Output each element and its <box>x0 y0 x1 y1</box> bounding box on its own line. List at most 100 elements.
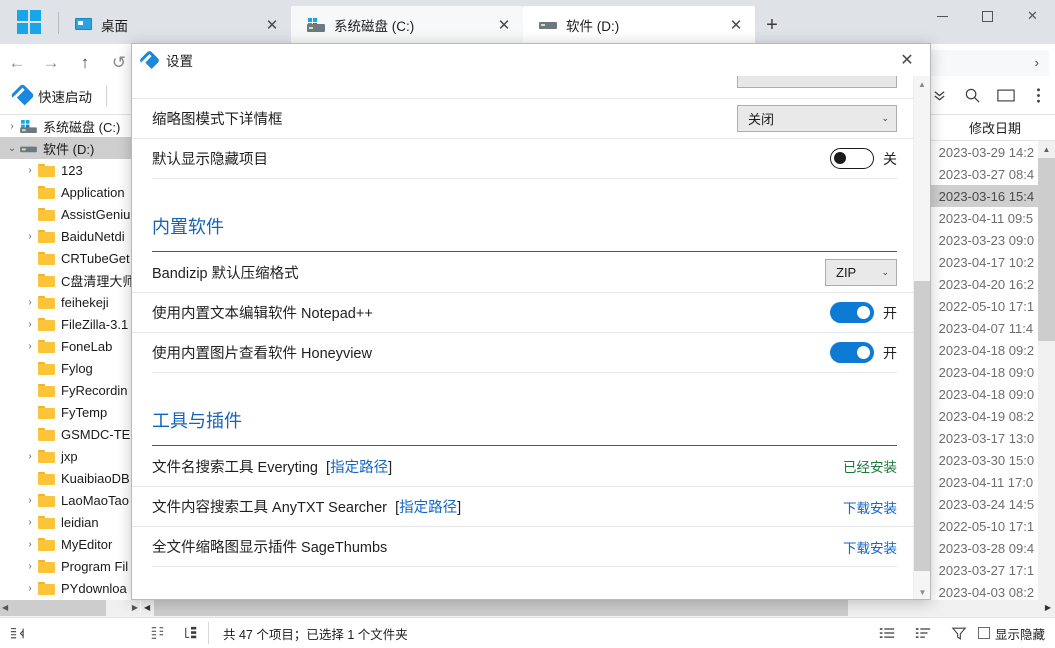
tree-item-18[interactable]: › leidian <box>0 511 139 533</box>
forward-button[interactable]: → <box>34 48 68 78</box>
tree-hscroll-thumb[interactable] <box>0 600 106 616</box>
close-button[interactable]: ✕ <box>1010 0 1055 32</box>
setting-s0-2-toggle[interactable] <box>830 342 874 363</box>
chevron-right-icon[interactable]: › <box>22 517 38 528</box>
tree-item-17[interactable]: › LaoMaoTao <box>0 489 139 511</box>
folder-tree-pane[interactable]: › 系统磁盘 (C:) ⌄ 软件 (D:) › 123 › Application › Assis… <box>0 115 140 613</box>
tree-view-icon[interactable] <box>174 620 208 646</box>
tab-system-drive[interactable]: 系统磁盘 (C:) ✕ <box>291 6 523 44</box>
tree-item-6[interactable]: › CRTubeGet <box>0 247 139 269</box>
chevron-right-icon[interactable]: › <box>22 451 38 462</box>
setting-s0-0-select[interactable]: ZIP ⌄ <box>825 258 897 286</box>
setting-s0-1-toggle[interactable] <box>830 302 874 323</box>
detail-pane-icon[interactable] <box>140 620 174 646</box>
chevron-right-icon[interactable]: › <box>22 495 38 506</box>
tab-desktop-close-icon[interactable]: ✕ <box>261 14 283 36</box>
show-hidden-checkbox[interactable]: 显示隐藏 <box>977 624 1045 643</box>
clipped-row-select[interactable] <box>737 76 897 88</box>
file-list-scrollbar[interactable]: ▲ ▼ <box>1038 141 1055 613</box>
list-hscroll-right-icon[interactable]: ▶ <box>1045 603 1051 612</box>
list-horizontal-scrollbar[interactable]: ◀ ▶ <box>141 600 1055 616</box>
setting-top-0-select[interactable]: 关闭 ⌄ <box>737 105 897 132</box>
more-options-icon[interactable] <box>1022 80 1055 112</box>
tree-item-15[interactable]: › jxp <box>0 445 139 467</box>
chevron-right-icon[interactable]: › <box>22 363 38 374</box>
settings-scrollbar[interactable]: ▲ ▼ <box>913 76 930 599</box>
chevron-down-icon[interactable]: ⌄ <box>881 113 889 124</box>
scrollbar-thumb[interactable] <box>1038 158 1055 341</box>
tree-hscroll-left-icon[interactable]: ◀ <box>2 603 8 612</box>
tree-item-20[interactable]: › Program Fil <box>0 555 139 577</box>
search-icon[interactable] <box>956 80 989 112</box>
chevron-down-icon[interactable]: ⌄ <box>881 267 889 278</box>
chevron-right-icon[interactable]: › <box>22 253 38 264</box>
list-view-icon[interactable] <box>870 620 904 646</box>
chevron-right-icon[interactable]: › <box>22 165 38 176</box>
tree-item-0[interactable]: › 系统磁盘 (C:) <box>0 115 139 137</box>
tab-desktop[interactable]: 桌面 ✕ <box>59 6 291 44</box>
tree-item-10[interactable]: › FoneLab <box>0 335 139 357</box>
chevron-right-icon[interactable]: › <box>22 407 38 418</box>
settings-scroll-down-icon[interactable]: ▼ <box>914 584 930 599</box>
tree-item-2[interactable]: › 123 <box>0 159 139 181</box>
filter-icon[interactable] <box>942 620 976 646</box>
tree-item-5[interactable]: › BaiduNetdi <box>0 225 139 247</box>
settings-scroll-up-icon[interactable]: ▲ <box>914 76 930 93</box>
tree-item-19[interactable]: › MyEditor <box>0 533 139 555</box>
chevron-right-icon[interactable]: › <box>22 583 38 594</box>
tree-item-1[interactable]: ⌄ 软件 (D:) <box>0 137 139 159</box>
tree-item-7[interactable]: › C盘清理大师 <box>0 269 139 291</box>
setting-s1-0-specify-path-link[interactable]: 指定路径 <box>330 460 388 476</box>
new-tab-button[interactable]: + <box>755 6 789 44</box>
chevron-right-icon[interactable]: › <box>4 121 20 132</box>
tree-item-21[interactable]: › PYdownloa <box>0 577 139 599</box>
list-hscroll-left-icon[interactable]: ◀ <box>144 603 150 612</box>
setting-s1-1-status[interactable]: 下载安装 <box>843 497 897 517</box>
chevron-right-icon[interactable]: › <box>22 341 38 352</box>
checkbox-box-icon[interactable] <box>977 627 990 639</box>
collapse-icon[interactable] <box>0 620 34 646</box>
tree-item-9[interactable]: › FileZilla-3.1 <box>0 313 139 335</box>
quick-launch-button[interactable]: 快速启动 <box>0 81 106 111</box>
setting-top-1-toggle[interactable] <box>830 148 874 169</box>
tree-item-13[interactable]: › FyTemp <box>0 401 139 423</box>
back-button[interactable]: ← <box>0 48 34 78</box>
tree-hscroll-right-icon[interactable]: ▶ <box>132 603 138 612</box>
chevron-down-icon[interactable]: ⌄ <box>4 143 20 154</box>
tree-item-3[interactable]: › Application <box>0 181 139 203</box>
settings-scrollbar-thumb[interactable] <box>914 281 930 571</box>
tree-item-8[interactable]: › feihekeji <box>0 291 139 313</box>
tree-item-11[interactable]: › Fylog <box>0 357 139 379</box>
tree-item-12[interactable]: › FyRecordin <box>0 379 139 401</box>
setting-s1-2-status[interactable]: 下载安装 <box>843 537 897 557</box>
minimize-button[interactable] <box>920 0 965 32</box>
scroll-up-icon[interactable]: ▲ <box>1038 141 1055 158</box>
chevron-right-icon[interactable]: › <box>22 429 38 440</box>
up-button[interactable]: ↑ <box>68 48 102 78</box>
tab-software-drive-close-icon[interactable]: ✕ <box>725 14 747 36</box>
column-date-header[interactable]: 修改日期 <box>935 118 1055 137</box>
chevron-right-icon[interactable]: › <box>22 319 38 330</box>
chevron-right-icon[interactable]: › <box>22 275 38 286</box>
tree-horizontal-scrollbar[interactable]: ◀ ▶ <box>0 600 140 616</box>
chevron-right-icon[interactable]: › <box>22 187 38 198</box>
sort-icon[interactable] <box>906 620 940 646</box>
maximize-button[interactable] <box>965 0 1010 32</box>
chevron-right-icon[interactable]: › <box>22 473 38 484</box>
settings-close-button[interactable]: ✕ <box>884 44 930 76</box>
setting-s1-1-specify-path-link[interactable]: 指定路径 <box>399 500 457 516</box>
preview-pane-icon[interactable] <box>989 80 1022 112</box>
tab-system-drive-close-icon[interactable]: ✕ <box>493 14 515 36</box>
chevron-right-icon[interactable]: › <box>22 385 38 396</box>
chevron-right-icon[interactable]: › <box>22 561 38 572</box>
address-chevron-icon[interactable]: › <box>1035 55 1039 70</box>
tree-item-14[interactable]: › GSMDC-TE <box>0 423 139 445</box>
chevron-right-icon[interactable]: › <box>22 231 38 242</box>
chevron-right-icon[interactable]: › <box>22 297 38 308</box>
chevron-right-icon[interactable]: › <box>22 209 38 220</box>
tree-item-4[interactable]: › AssistGeniu <box>0 203 139 225</box>
tree-item-16[interactable]: › KuaibiaoDB <box>0 467 139 489</box>
tab-software-drive[interactable]: 软件 (D:) ✕ <box>523 6 755 44</box>
chevron-right-icon[interactable]: › <box>22 539 38 550</box>
list-hscroll-thumb[interactable] <box>154 600 848 616</box>
